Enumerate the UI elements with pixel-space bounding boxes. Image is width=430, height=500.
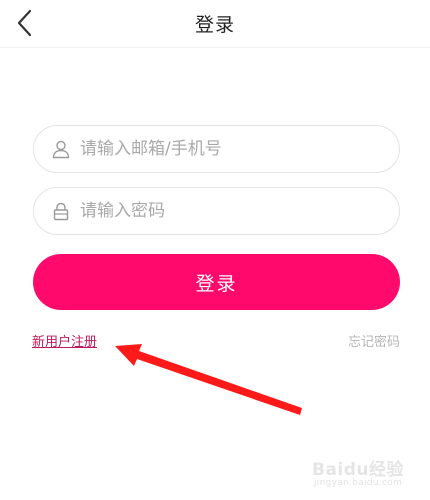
watermark-brand: Baidu经验 — [312, 460, 405, 480]
annotation-arrow-icon — [115, 344, 302, 415]
forgot-password-link[interactable]: 忘记密码 — [348, 331, 400, 350]
register-link[interactable]: 新用户注册 — [32, 331, 97, 350]
app-header: 登录 — [0, 0, 430, 48]
user-icon — [52, 140, 70, 159]
login-button[interactable]: 登录 — [33, 254, 400, 310]
password-field[interactable] — [33, 187, 400, 235]
account-field[interactable] — [33, 125, 400, 173]
password-input[interactable] — [80, 196, 380, 226]
account-input[interactable] — [80, 134, 380, 164]
login-page: 登录 登录 新用户注册 忘记密码 Baidu经验 jingyan.baidu.c… — [0, 0, 430, 500]
page-title: 登录 — [194, 14, 235, 36]
watermark: Baidu经验 jingyan.baidu.com — [312, 455, 422, 495]
watermark-url: jingyan.baidu.com — [314, 478, 403, 488]
lock-icon — [53, 202, 69, 221]
